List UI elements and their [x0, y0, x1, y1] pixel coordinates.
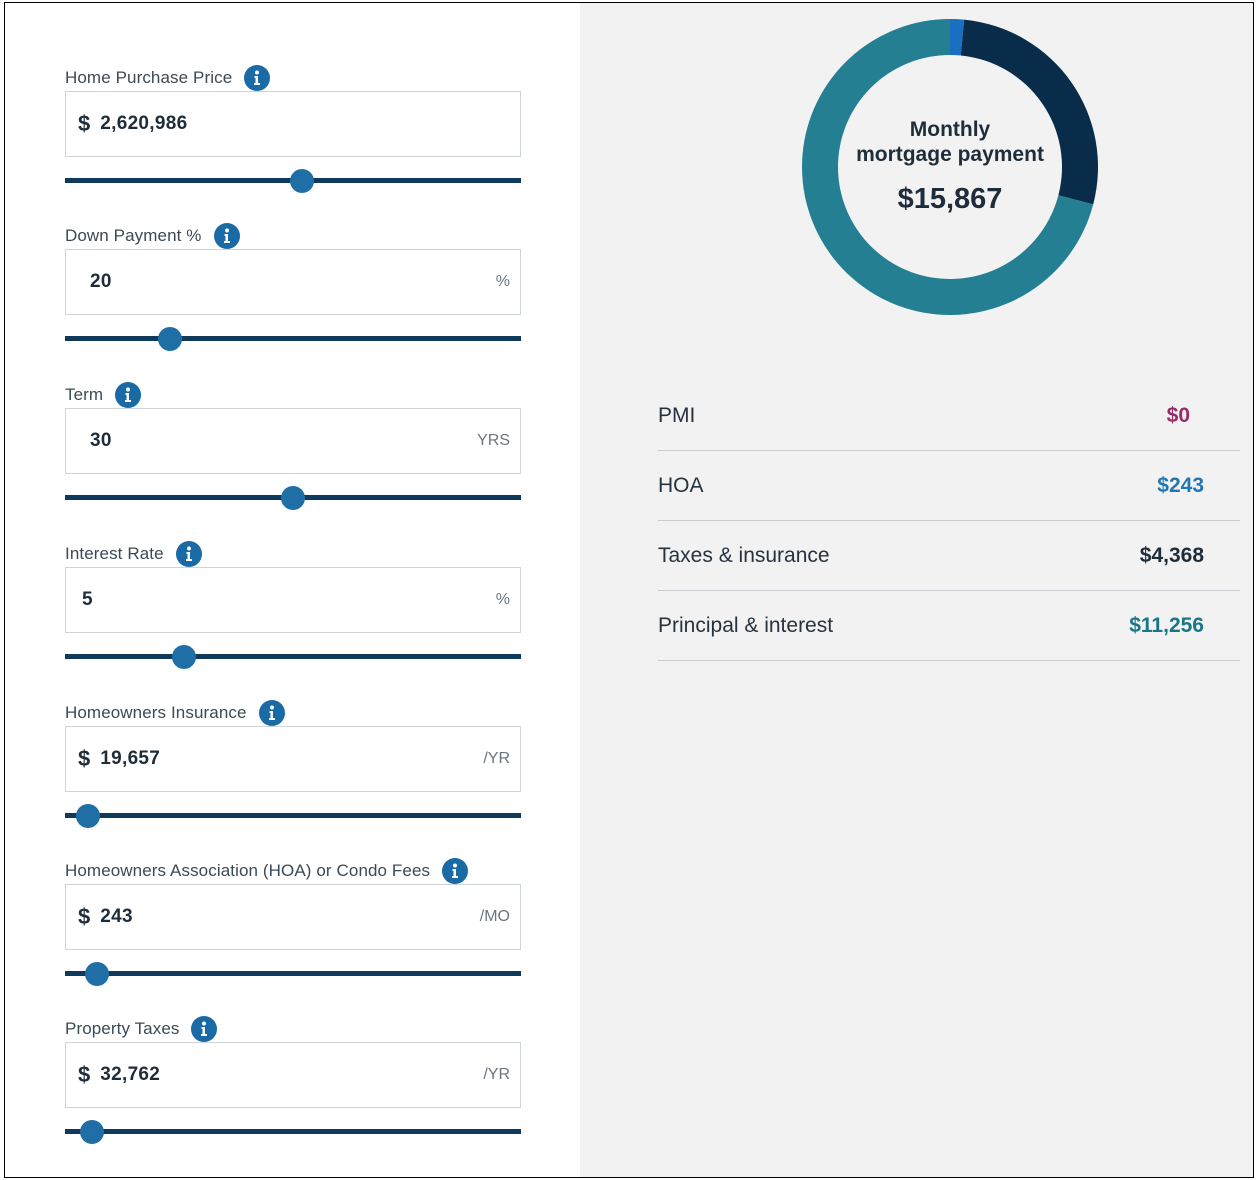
hoa-fees-value: 243	[100, 906, 133, 927]
term-label: Term	[65, 385, 104, 404]
term-unit: YRS	[477, 432, 510, 449]
term-slider[interactable]	[65, 486, 521, 510]
property-taxes-slider[interactable]	[65, 1120, 521, 1144]
info-icon[interactable]	[213, 223, 240, 249]
interest-rate-unit: %	[495, 591, 510, 608]
breakdown-row-taxes-insurance: Taxes & insurance $4,368	[658, 521, 1240, 591]
payment-donut-chart: Monthly mortgage payment $15,867	[800, 17, 1100, 317]
property-taxes-field: Property Taxes $32,762/YR	[65, 1016, 521, 1174]
info-icon[interactable]	[442, 858, 469, 884]
info-icon[interactable]	[191, 1016, 218, 1042]
taxes-insurance-label: Taxes & insurance	[658, 543, 830, 567]
breakdown-row-hoa: HOA $243	[658, 451, 1240, 521]
donut-title-line2: mortgage payment	[856, 143, 1044, 166]
term-value: 30	[90, 430, 112, 451]
results-panel: Monthly mortgage payment $15,867 PMI $0 HO…	[580, 3, 1253, 1177]
home-price-field: Home Purchase Price $2,620,986	[65, 65, 521, 223]
hoa-fees-label: Homeowners Association (HOA) or Condo Fe…	[65, 861, 431, 880]
homeowners-insurance-label: Homeowners Insurance	[65, 703, 247, 722]
down-payment-value: 20	[90, 271, 112, 292]
slider-track	[65, 336, 521, 341]
homeowners-insurance-input[interactable]: $19,657/YR	[65, 726, 521, 792]
slider-thumb[interactable]	[171, 645, 196, 669]
term-input[interactable]: 30 YRS	[65, 408, 521, 474]
down-payment-slider[interactable]	[65, 327, 521, 351]
homeowners-insurance-field: Homeowners Insurance $19,657/YR	[65, 700, 521, 858]
hoa-value: $243	[1157, 473, 1204, 497]
slider-thumb[interactable]	[290, 169, 315, 193]
breakdown-row-principal-interest: Principal & interest $11,256	[658, 591, 1240, 661]
slider-track	[65, 654, 521, 659]
input-panel: Home Purchase Price $2,620,986 Down Paym…	[5, 3, 580, 1177]
dollar-sign: $	[78, 904, 91, 929]
slider-thumb[interactable]	[84, 962, 109, 986]
info-icon[interactable]	[115, 382, 142, 408]
info-icon[interactable]	[175, 541, 202, 567]
homeowners-insurance-unit: /YR	[483, 750, 510, 767]
principal-interest-value: $11,256	[1129, 613, 1204, 637]
monthly-payment-amount: $15,867	[897, 183, 1003, 215]
home-price-slider[interactable]	[65, 169, 521, 193]
dollar-sign: $	[78, 1062, 91, 1087]
pmi-label: PMI	[658, 403, 696, 427]
info-icon[interactable]	[258, 700, 285, 726]
donut-title: Monthly mortgage payment	[800, 117, 1100, 167]
hoa-fees-input[interactable]: $243/MO	[65, 884, 521, 950]
slider-thumb[interactable]	[281, 486, 305, 510]
breakdown-row-pmi: PMI $0	[658, 381, 1240, 451]
slider-track	[65, 1129, 521, 1134]
property-taxes-unit: /YR	[483, 1066, 510, 1083]
home-price-input[interactable]: $2,620,986	[65, 91, 521, 157]
hoa-label: HOA	[658, 473, 704, 497]
property-taxes-label: Property Taxes	[65, 1019, 180, 1038]
down-payment-unit: %	[495, 273, 510, 290]
hoa-fees-unit: /MO	[479, 908, 510, 925]
dollar-sign: $	[78, 746, 91, 771]
interest-rate-field: Interest Rate 5%	[65, 541, 521, 699]
payment-breakdown: PMI $0 HOA $243 Taxes & insurance $4,368 Pr…	[658, 381, 1240, 661]
down-payment-label: Down Payment %	[65, 226, 202, 245]
principal-interest-label: Principal & interest	[658, 613, 834, 637]
donut-title-line1: Monthly	[909, 118, 991, 141]
interest-rate-slider[interactable]	[65, 645, 521, 669]
mortgage-calculator: Home Purchase Price $2,620,986 Down Paym…	[4, 2, 1254, 1178]
taxes-insurance-value: $4,368	[1139, 543, 1204, 567]
home-price-label: Home Purchase Price	[65, 68, 233, 87]
slider-thumb[interactable]	[75, 804, 100, 828]
slider-track	[65, 813, 521, 818]
property-taxes-value: 32,762	[100, 1064, 161, 1085]
slider-thumb[interactable]	[157, 327, 182, 351]
interest-rate-label: Interest Rate	[65, 544, 164, 563]
info-icon[interactable]	[244, 65, 271, 91]
interest-rate-input[interactable]: 5%	[65, 567, 521, 633]
home-price-value: 2,620,986	[100, 113, 188, 134]
property-taxes-input[interactable]: $32,762/YR	[65, 1042, 521, 1108]
dollar-sign: $	[78, 111, 91, 136]
homeowners-insurance-value: 19,657	[100, 748, 161, 769]
interest-rate-value: 5	[82, 589, 93, 610]
homeowners-insurance-slider[interactable]	[65, 804, 521, 828]
hoa-fees-field: Homeowners Association (HOA) or Condo Fe…	[65, 858, 521, 1016]
term-field: Term 30 YRS	[65, 382, 521, 540]
pmi-value: $0	[1166, 403, 1190, 427]
down-payment-input[interactable]: 20%	[65, 249, 521, 315]
down-payment-field: Down Payment % 20%	[65, 223, 521, 381]
hoa-fees-slider[interactable]	[65, 962, 521, 986]
slider-track	[65, 971, 521, 976]
slider-thumb[interactable]	[80, 1120, 105, 1144]
